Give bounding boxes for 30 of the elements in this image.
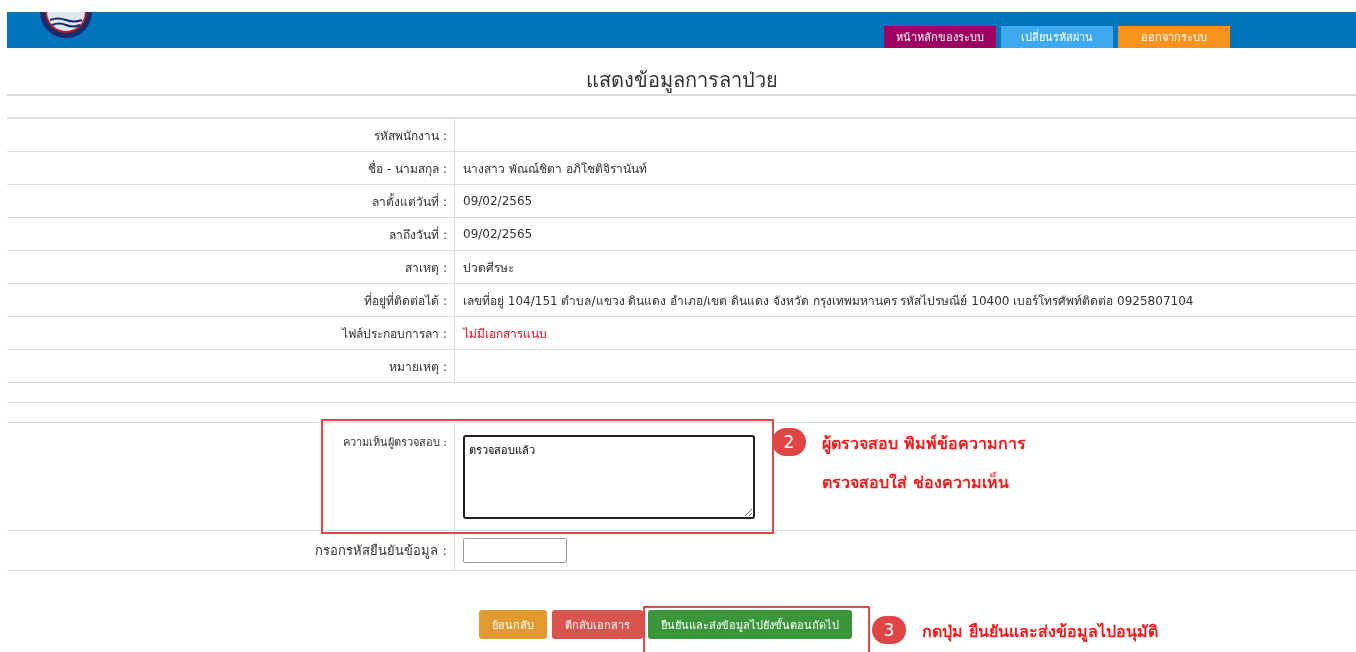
step-badge: 2	[772, 428, 806, 456]
action-button[interactable]: ยืนยันและส่งข้อมูลไปยังขั้นตอนถัดไป	[648, 610, 852, 639]
field-value: ปวดศีรษะ	[463, 259, 514, 277]
nav-button[interactable]: เปลี่ยนรหัสผ่าน	[1001, 26, 1113, 48]
action-button[interactable]: ตีกลับเอกสาร	[552, 610, 643, 639]
annotation-text: กดปุ่ม ยืนยันและส่งข้อมูลไปอนุมัติ	[922, 621, 1158, 644]
nav-button[interactable]: ออกจากระบบ	[1118, 26, 1230, 48]
field-value: ไม่มีเอกสารแนบ	[463, 325, 547, 343]
annotation-text: ตรวจสอบใส่ ช่องความเห็น	[822, 470, 1010, 494]
action-button[interactable]: ย้อนกลับ	[479, 610, 547, 639]
field-label: สาเหตุ :	[405, 259, 447, 277]
field-value: 09/02/2565	[463, 227, 533, 241]
field-value: 09/02/2565	[463, 194, 533, 208]
field-value: นางสาว พัณณ์ชิตา อภิโชติจิรานันท์	[463, 160, 647, 178]
field-label: หมายเหตุ :	[389, 358, 447, 376]
field-label: ชื่อ - นามสกุล :	[368, 159, 447, 178]
annotation-text: ผู้ตรวจสอบ พิมพ์ข้อความการ	[822, 433, 1026, 456]
logo-icon	[38, 12, 94, 38]
field-label: ไฟล์ประกอบการลา :	[342, 325, 447, 343]
field-label: กรอกรหัสยืนยันข้อมูล :	[315, 542, 447, 561]
code-field[interactable]	[463, 538, 567, 563]
field-label: รหัสพนักงาน :	[374, 127, 447, 145]
comment-field[interactable]: ตรวจสอบแล้ว	[463, 434, 755, 519]
field-label: ความเห็นผู้ตรวจสอบ :	[342, 434, 447, 451]
field-label: ที่อยู่ที่ติดต่อได้ :	[364, 291, 447, 310]
field-label: ลาถึงวันที่ :	[389, 225, 447, 244]
nav-button[interactable]: หน้าหลักของระบบ	[884, 26, 996, 48]
step-badge: 3	[872, 616, 906, 644]
field-label: ลาตั้งแต่วันที่ :	[372, 192, 447, 211]
field-value: เลขที่อยู่ 104/151 ตำบล/แขวง ดินแดง อำเภอ/เขต ดินแดง จังหวัด กรุงเทพมหานคร รหัสไปรษณีย์ 10400 เบอร์โทรศัพท์ติดต่อ 0925807104	[463, 291, 1194, 310]
